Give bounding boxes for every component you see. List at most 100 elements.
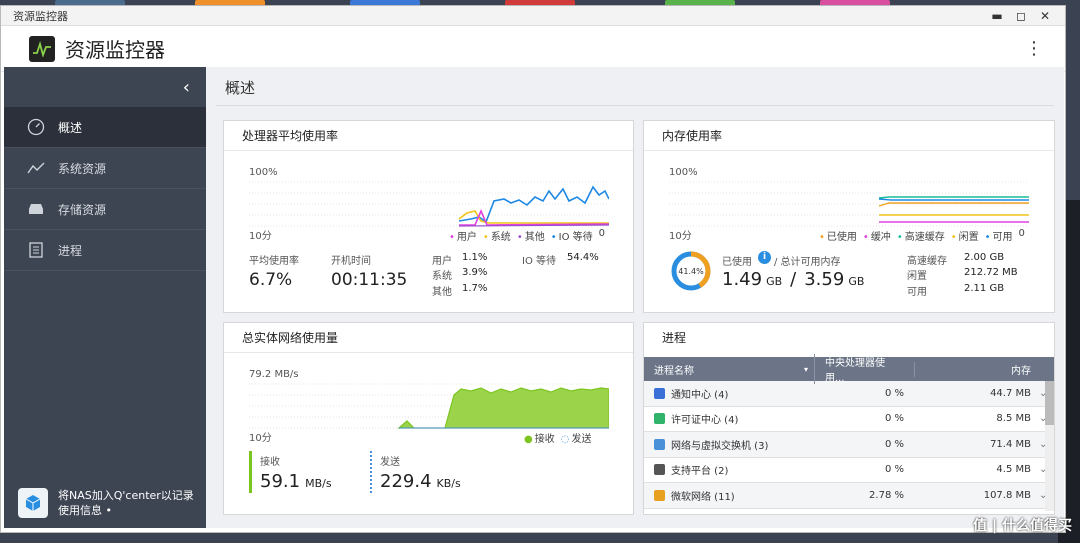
cpu-legend: • 用户 • 系统 • 其他 • IO 等待 0 [449,228,605,243]
table-row[interactable]: 微软网络 (11) 2.78 % 107.8 MB ⌄ [644,483,1054,509]
sidebar-item-processes[interactable]: 进程 [4,230,206,271]
network-legend-receive: 接收 [534,434,555,445]
cpu-legend-system: 系统 [490,232,511,243]
table-row[interactable]: 许可证中心 (4) 0 % 8.5 MB ⌄ [644,407,1054,432]
cpu-user-value: 1.1% [462,252,488,263]
info-icon[interactable]: i [758,251,771,264]
title-divider [216,105,1054,106]
process-table-header: 进程名称 ▾ 中央处理器使用... 内存 [644,354,1054,384]
memory-cache-value: 2.00 GB [964,252,1005,263]
cpu-other-value: 1.7% [462,283,488,294]
column-header-cpu[interactable]: 中央处理器使用... [814,354,914,384]
process-memory: 71.4 MB [990,438,1031,450]
resource-monitor-logo-icon [29,35,55,62]
sort-down-icon[interactable]: ▾ [804,365,808,374]
network-card-title: 总实体网络使用量 [224,323,633,353]
uptime-label: 开机时间 [331,256,371,267]
minimize-icon[interactable]: ▬ [991,9,1003,23]
process-table-body: 通知中心 (4) 0 % 44.7 MB ⌄ 许可证中心 (4) 0 % 8.5… [644,381,1054,509]
memory-available-series [878,198,1029,201]
memory-legend-idle: 闲置 [958,232,979,243]
process-memory: 8.5 MB [996,413,1031,425]
process-scrollbar[interactable] [1045,381,1054,511]
memory-idle-label: 闲置 [907,271,927,282]
table-row[interactable]: 网络与虚拟交换机 (3) 0 % 71.4 MB ⌄ [644,432,1054,458]
list-icon [26,242,46,258]
network-send-value: 229.4 [380,471,432,492]
app-header: 资源监控器 ⋮ [1,26,1065,72]
maximize-icon[interactable]: ◻ [1015,9,1027,23]
legend-dot-icon: • [896,232,903,243]
sidebar: ‹ 概述 系统资源 存储资源 进程 将NAS加入Q'center以记录 使用信息… [4,67,206,528]
cpu-other-series [458,224,609,227]
table-row[interactable]: 支持平台 (2) 0 % 4.5 MB ⌄ [644,458,1054,483]
memory-chart-ymax: 100% [669,167,698,178]
qcenter-prompt[interactable]: 将NAS加入Q'center以记录 使用信息 • [18,488,194,518]
memory-legend-available: 可用 [992,232,1013,243]
column-header-name-label: 进程名称 [654,365,694,377]
legend-dot-icon: • [862,232,869,243]
network-usage-card: 总实体网络使用量 79.2 MB/s 10分 ● 接收 ◌ 发送 接收 59.1 M… [223,322,634,515]
legend-dot-icon: • [482,232,489,243]
process-name: 支持平台 (2) [671,466,729,478]
memory-donut-chart: 41.4% [671,251,711,291]
memory-total-unit: GB [848,275,865,288]
process-memory: 44.7 MB [990,387,1031,399]
gauge-icon [26,118,46,136]
microsoft-network-icon [654,489,665,501]
memory-total-label: / 总计可用内存 [774,257,841,268]
memory-card-title: 内存使用率 [644,121,1054,151]
cpu-legend-end: 0 [598,228,605,239]
sidebar-item-system-resources[interactable]: 系统资源 [4,148,206,189]
avg-usage-label: 平均使用率 [249,256,299,267]
cpu-legend-io: IO 等待 [558,232,593,243]
network-receive-value: 59.1 [260,471,301,492]
more-options-icon[interactable]: ⋮ [1025,38,1043,59]
column-header-name[interactable]: 进程名称 ▾ [644,362,814,377]
network-chart-ymax: 79.2 MB/s [249,369,299,380]
memory-cache-label: 高速缓存 [907,256,947,267]
sidebar-item-label: 概述 [58,120,83,135]
sidebar-item-overview[interactable]: 概述 [4,107,206,148]
process-cpu: 2.78 % [869,489,904,501]
receive-indicator-bar [249,451,252,493]
column-header-memory[interactable]: 内存 [914,361,1039,377]
sidebar-item-storage-resources[interactable]: 存储资源 [4,189,206,230]
support-icon [654,464,665,476]
legend-dot-icon: ◌ [560,434,570,445]
network-send-label: 发送 [380,457,400,468]
process-card: 进程 进程名称 ▾ 中央处理器使用... 内存 通知中心 (4) 0 % 44.7… [643,322,1055,515]
memory-used-unit: GB [766,275,783,288]
memory-legend-cache: 高速缓存 [904,232,945,243]
close-icon[interactable]: ✕ [1039,9,1051,23]
memory-available-value: 2.11 GB [964,283,1005,294]
network-receive-unit: MB/s [305,477,332,490]
cpu-legend-other: 其他 [524,232,545,243]
qcenter-text-line1: 将NAS加入Q'center以记录 [58,489,194,502]
qcenter-cube-icon [18,488,48,518]
memory-total-value: 3.59 [804,269,845,290]
memory-chart-xlabel: 10分 [669,231,692,242]
cpu-chart-grid [249,181,609,227]
collapse-sidebar-button[interactable]: ‹ [4,67,206,107]
cpu-chart-xlabel: 10分 [249,231,272,242]
sidebar-item-label: 系统资源 [58,161,107,176]
legend-dot-icon: • [449,232,455,243]
process-card-title: 进程 [662,331,687,345]
scrollbar-thumb[interactable] [1045,381,1054,425]
cpu-other-label: 其他 [432,287,452,298]
cpu-system-value: 3.9% [462,267,488,278]
notification-icon [654,387,665,399]
cpu-io-label: IO 等待 [522,256,556,267]
cpu-user-label: 用户 [432,256,452,267]
memory-cache-series [878,196,1029,199]
process-name: 通知中心 (4) [671,389,729,401]
chart-line-icon [26,161,46,175]
process-cpu: 0 % [884,413,904,425]
table-row[interactable]: 通知中心 (4) 0 % 44.7 MB ⌄ [644,381,1054,407]
memory-used-value: 1.49 [722,269,763,290]
sidebar-item-label: 存储资源 [58,202,107,217]
legend-dot-icon: • [950,232,957,243]
avg-usage-value: 6.7% [249,270,293,290]
memory-available-label: 可用 [907,287,927,298]
